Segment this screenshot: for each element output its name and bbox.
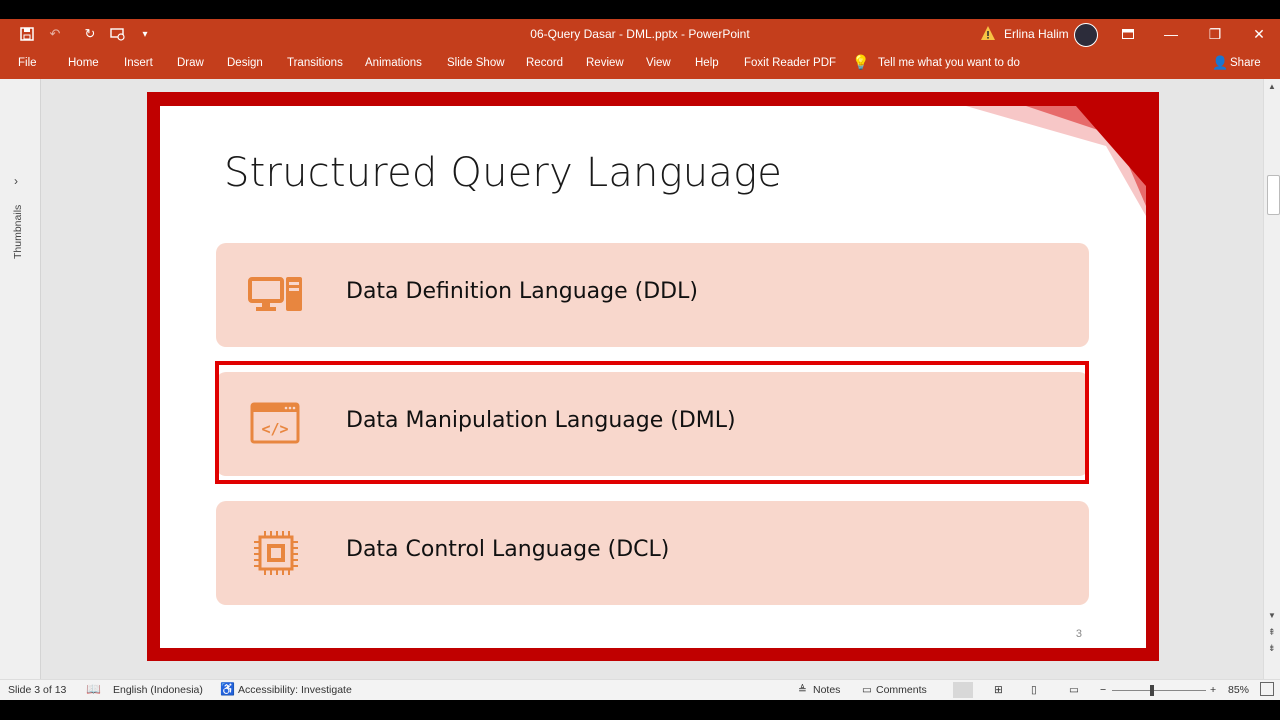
comments-button[interactable]: Comments [876,684,927,696]
notes-icon: ≜ [798,684,807,696]
user-name[interactable]: Erlina Halim [1004,27,1069,41]
tab-draw[interactable]: Draw [177,57,204,69]
bottom-letterbox [0,700,1280,720]
slide-sorter-icon[interactable]: ⊞ [994,684,1003,696]
scroll-thumb[interactable] [1267,175,1280,215]
vertical-scrollbar[interactable]: ▲ ▼ ⇞ ⇟ [1263,79,1280,679]
zoom-slider[interactable] [1112,690,1206,691]
ribbon-tabs: File Home Insert Draw Design Transitions… [0,49,1280,79]
chip-icon [254,531,298,575]
dcl-card[interactable]: Data Control Language (DCL) [216,501,1089,605]
slideshow-view-icon[interactable]: ▭ [1069,684,1079,696]
slide-counter[interactable]: Slide 3 of 13 [8,684,66,696]
share-person-icon: 👤 [1212,55,1229,70]
notes-button[interactable]: Notes [813,684,840,696]
tab-record[interactable]: Record [526,57,563,69]
status-bar: Slide 3 of 13 📖 English (Indonesia) ♿ Ac… [0,679,1280,701]
zoom-in-icon[interactable]: + [1210,684,1216,696]
avatar[interactable] [1074,23,1098,47]
warning-icon [980,25,996,41]
fit-slide-icon[interactable] [1260,682,1274,696]
ddl-label: Data Definition Language (DDL) [346,279,698,304]
tab-insert[interactable]: Insert [124,57,153,69]
tab-foxit-reader-pdf[interactable]: Foxit Reader PDF [744,57,836,69]
title-bar: ↶ ↻ ▾ 06-Query Dasar - DML.pptx - PowerP… [0,19,1280,49]
zoom-out-icon[interactable]: − [1100,684,1106,696]
tab-review[interactable]: Review [586,57,624,69]
ribbon-display-options-icon[interactable] [1118,24,1138,44]
tell-me-search[interactable]: Tell me what you want to do [878,57,1020,69]
slide-page-number: 3 [1075,628,1082,640]
reading-view-icon[interactable]: ▯ [1031,684,1037,696]
dcl-label: Data Control Language (DCL) [346,537,670,562]
zoom-level[interactable]: 85% [1228,684,1249,696]
share-button[interactable]: Share [1230,57,1261,69]
thumbnails-pane[interactable]: › Thumbnails [0,79,41,679]
minimize-icon[interactable]: — [1161,24,1181,44]
normal-view-icon[interactable] [953,682,973,698]
tab-help[interactable]: Help [695,57,719,69]
thumbnails-label: Thumbnails [12,204,24,259]
dml-highlight-box [215,361,1089,484]
previous-slide-icon[interactable]: ⇞ [1268,627,1276,638]
zoom-slider-thumb[interactable] [1150,685,1154,696]
lightbulb-icon: 💡 [852,54,870,70]
tab-home[interactable]: Home [68,57,99,69]
computer-icon [248,277,302,311]
language-indicator[interactable]: English (Indonesia) [113,684,203,696]
chevron-right-icon[interactable]: › [14,174,18,188]
corner-decoration [966,106,1146,216]
scroll-up-icon[interactable]: ▲ [1268,82,1276,91]
tab-transitions[interactable]: Transitions [287,57,343,69]
tab-design[interactable]: Design [227,57,263,69]
scroll-down-icon[interactable]: ▼ [1268,611,1276,620]
tab-view[interactable]: View [646,57,671,69]
tab-file[interactable]: File [18,57,37,69]
spelling-check-icon[interactable]: 📖 [86,682,101,696]
accessibility-icon[interactable]: ♿ [220,682,235,696]
restore-icon[interactable]: ❐ [1205,24,1225,44]
comments-icon: ▭ [862,684,872,696]
next-slide-icon[interactable]: ⇟ [1268,643,1276,654]
tab-animations[interactable]: Animations [365,57,422,69]
tab-slide-show[interactable]: Slide Show [447,57,505,69]
ddl-card[interactable]: Data Definition Language (DDL) [216,243,1089,347]
close-icon[interactable]: ✕ [1249,24,1269,44]
accessibility-status[interactable]: Accessibility: Investigate [238,684,352,696]
slide-title[interactable]: Structured Query Language [224,150,782,196]
